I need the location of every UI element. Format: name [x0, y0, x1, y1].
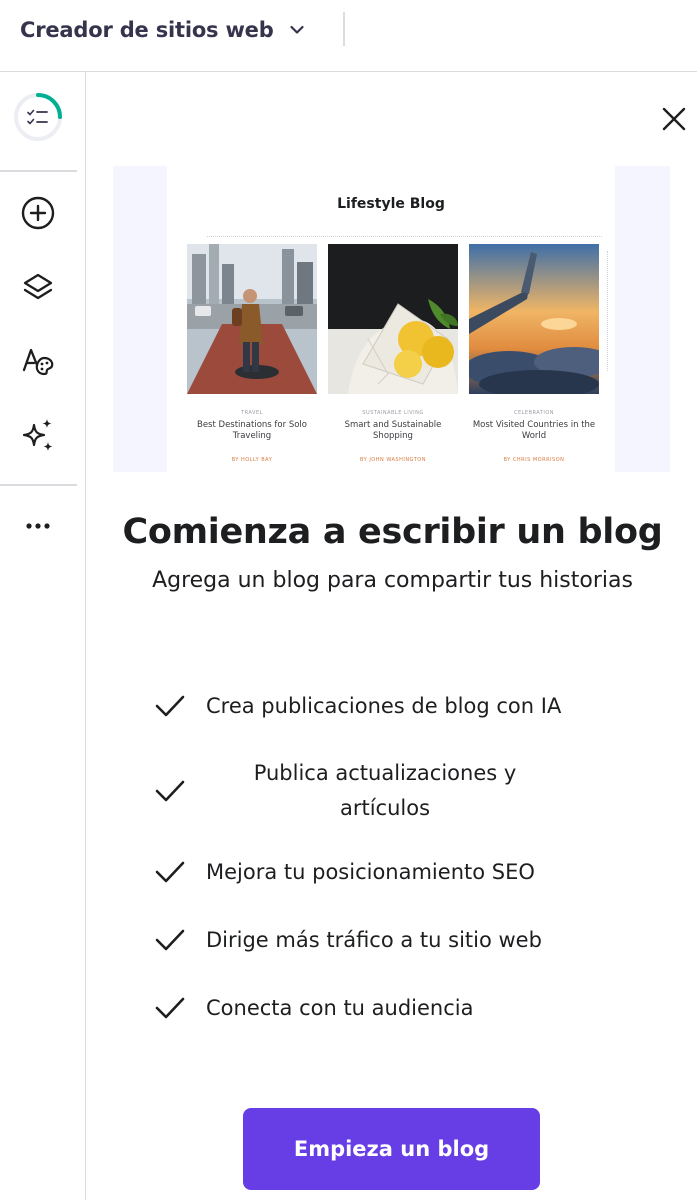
- more-button[interactable]: [17, 505, 59, 547]
- feature-text: Publica actualizaciones y artículos: [253, 761, 517, 820]
- close-icon: [662, 107, 686, 131]
- panel-heading: Comienza a escribir un blog: [122, 512, 663, 552]
- preview-title: Lifestyle Blog: [337, 196, 445, 212]
- plus-circle-icon: [21, 196, 55, 230]
- more-horizontal-icon: [26, 523, 50, 529]
- check-icon: [154, 924, 186, 956]
- preview-post: SUSTAINABLE LIVING Smart and Sustainable…: [328, 244, 458, 463]
- chevron-down-icon: [289, 25, 304, 34]
- sidebar-divider: [0, 484, 77, 486]
- feature-item: Mejora tu posicionamiento SEO: [154, 856, 594, 888]
- preview-post: CELEBRATION Most Visited Countries in th…: [464, 244, 614, 463]
- blog-onboarding-panel: Lifestyle Blog TRAVEL Best Destinations …: [88, 74, 697, 1200]
- feature-item: Crea publicaciones de blog con IA: [154, 690, 594, 722]
- check-icon: [154, 775, 186, 807]
- close-button[interactable]: [657, 102, 691, 136]
- checklist-icon: [14, 93, 62, 141]
- post-author: BY HOLLY BAY: [231, 457, 273, 463]
- feature-item: Dirige más tráfico a tu sitio web: [154, 924, 594, 956]
- travel-photo: [187, 244, 317, 394]
- palette-text-icon: [22, 348, 54, 376]
- topbar-divider: [343, 12, 345, 46]
- preview-card: Lifestyle Blog TRAVEL Best Destinations …: [167, 166, 615, 472]
- sidebar-divider: [0, 170, 77, 172]
- post-title: Smart and Sustainable Shopping: [344, 420, 442, 441]
- post-title: Most Visited Countries in the World: [472, 420, 596, 441]
- shopping-photo: [328, 244, 458, 394]
- post-category: TRAVEL: [241, 410, 263, 416]
- check-icon: [154, 690, 186, 722]
- start-blog-button[interactable]: Empieza un blog: [243, 1108, 540, 1190]
- post-author: BY JOHN WASHINGTON: [360, 457, 426, 463]
- feature-text: Mejora tu posicionamiento SEO: [206, 859, 535, 884]
- airplane-photo: [464, 244, 614, 398]
- ai-tools-button[interactable]: [17, 414, 59, 456]
- layers-button[interactable]: [17, 267, 59, 309]
- feature-text: Dirige más tráfico a tu sitio web: [206, 927, 542, 952]
- post-author: BY CHRIS MORRISON: [503, 457, 565, 463]
- check-icon: [154, 856, 186, 888]
- decorative-dots: [607, 251, 608, 371]
- decorative-dots: [207, 236, 602, 237]
- app-title: Creador de sitios web: [20, 18, 274, 42]
- feature-text: Crea publicaciones de blog con IA: [206, 693, 562, 718]
- post-title: Best Destinations for Solo Traveling: [197, 420, 307, 441]
- styles-button[interactable]: [17, 340, 59, 382]
- post-category: SUSTAINABLE LIVING: [362, 410, 424, 416]
- panel-subheading: Agrega un blog para compartir tus histor…: [152, 568, 633, 593]
- layers-icon: [23, 273, 53, 300]
- post-category: CELEBRATION: [513, 410, 555, 416]
- feature-text: Conecta con tu audiencia: [206, 995, 474, 1020]
- feature-item: Publica actualizaciones y artículos: [154, 756, 594, 826]
- checklist-progress-button[interactable]: [13, 92, 63, 142]
- top-bar: Creador de sitios web: [0, 0, 697, 72]
- sparkles-icon: [22, 419, 53, 451]
- preview-post: TRAVEL Best Destinations for Solo Travel…: [187, 244, 317, 463]
- add-element-button[interactable]: [17, 192, 59, 234]
- blog-template-preview: Lifestyle Blog TRAVEL Best Destinations …: [113, 166, 670, 472]
- feature-item: Conecta con tu audiencia: [154, 992, 594, 1024]
- feature-list: Crea publicaciones de blog con IA Public…: [154, 682, 594, 1024]
- sidebar: [0, 72, 86, 1200]
- app-switcher[interactable]: Creador de sitios web: [20, 14, 306, 46]
- check-icon: [154, 992, 186, 1024]
